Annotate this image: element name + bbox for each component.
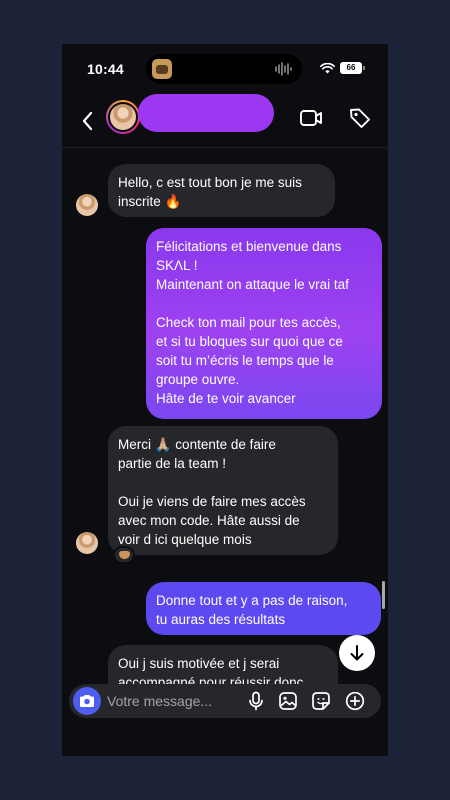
gallery-button[interactable] xyxy=(276,689,300,713)
camera-button[interactable] xyxy=(73,687,101,715)
microphone-icon xyxy=(249,691,263,711)
sticker-button[interactable] xyxy=(309,689,333,713)
scroll-to-bottom-button[interactable] xyxy=(339,635,375,671)
battery-indicator: 66 xyxy=(340,62,365,74)
tag-icon xyxy=(350,108,370,128)
microphone-button[interactable] xyxy=(244,689,268,713)
message-incoming[interactable]: Merci 🙏🏼 contente de faire partie de la … xyxy=(108,426,338,555)
status-time: 10:44 xyxy=(87,61,124,77)
message-reaction[interactable] xyxy=(113,546,135,564)
message-input[interactable] xyxy=(107,688,237,714)
contact-avatar[interactable] xyxy=(106,100,140,134)
video-call-icon xyxy=(300,110,322,126)
message-composer xyxy=(69,684,381,718)
now-playing-app-icon xyxy=(152,59,172,79)
arrow-down-icon xyxy=(350,645,364,661)
message-outgoing[interactable]: Donne tout et y a pas de raison, tu aura… xyxy=(146,582,381,635)
gallery-icon xyxy=(279,692,297,710)
audio-wave-icon xyxy=(275,62,292,76)
contact-name-redaction[interactable] xyxy=(138,94,274,132)
sender-avatar[interactable] xyxy=(76,532,98,554)
camera-icon xyxy=(80,695,94,707)
back-arrow-icon xyxy=(82,111,93,131)
message-incoming[interactable]: Hello, c est tout bon je me suis inscrit… xyxy=(108,164,335,217)
plus-circle-icon xyxy=(345,691,365,711)
scrollbar[interactable] xyxy=(382,581,385,609)
message-list[interactable]: Hello, c est tout bon je me suis inscrit… xyxy=(62,148,388,707)
more-options-button[interactable] xyxy=(343,689,367,713)
contact-avatar-photo xyxy=(108,102,138,132)
reaction-emoji xyxy=(118,551,130,559)
sender-avatar[interactable] xyxy=(76,194,98,216)
wifi-icon xyxy=(320,62,335,73)
chat-header: s xyxy=(62,94,388,148)
status-bar: 10:44 66 xyxy=(62,44,388,94)
video-call-button[interactable] xyxy=(299,106,325,130)
dynamic-island xyxy=(146,54,302,84)
message-outgoing[interactable]: Félicitations et bienvenue dans SKΛL ! M… xyxy=(146,228,382,419)
phone-screen: 10:44 66 Hello, c est tout bon je me sui… xyxy=(62,44,388,756)
tag-button[interactable] xyxy=(348,106,372,130)
sticker-icon xyxy=(312,692,330,710)
back-button[interactable] xyxy=(76,106,102,136)
